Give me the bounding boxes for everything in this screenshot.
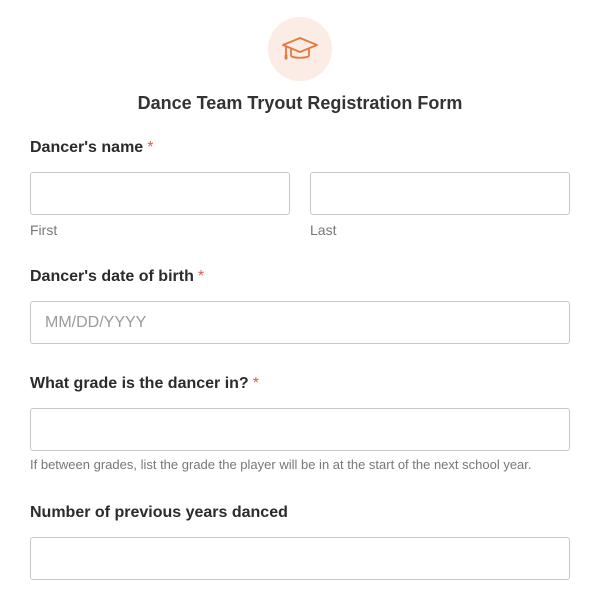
form-logo bbox=[268, 17, 332, 81]
last-name-sublabel: Last bbox=[310, 222, 337, 238]
grade-label-text: What grade is the dancer in? bbox=[30, 375, 249, 392]
grade-label: What grade is the dancer in? * bbox=[30, 374, 259, 394]
years-label-text: Number of previous years danced bbox=[30, 504, 288, 521]
required-asterisk: * bbox=[252, 375, 259, 392]
dob-label-text: Dancer's date of birth bbox=[30, 268, 194, 285]
form-page: Dance Team Tryout Registration Form Danc… bbox=[0, 0, 600, 600]
graduation-cap-icon bbox=[282, 37, 318, 60]
dob-input[interactable] bbox=[30, 301, 570, 344]
name-label: Dancer's name * bbox=[30, 138, 153, 158]
last-name-input[interactable] bbox=[310, 172, 570, 215]
name-label-text: Dancer's name bbox=[30, 139, 144, 156]
required-asterisk: * bbox=[147, 139, 154, 156]
first-name-input[interactable] bbox=[30, 172, 290, 215]
required-asterisk: * bbox=[197, 268, 205, 285]
form-title: Dance Team Tryout Registration Form bbox=[137, 93, 463, 113]
grade-input[interactable] bbox=[30, 408, 570, 451]
years-danced-input[interactable] bbox=[30, 537, 570, 580]
grade-help-text: If between grades, list the grade the pl… bbox=[30, 457, 532, 472]
dob-label: Dancer's date of birth * bbox=[30, 267, 204, 287]
years-label: Number of previous years danced bbox=[30, 503, 288, 523]
first-name-sublabel: First bbox=[30, 222, 58, 238]
